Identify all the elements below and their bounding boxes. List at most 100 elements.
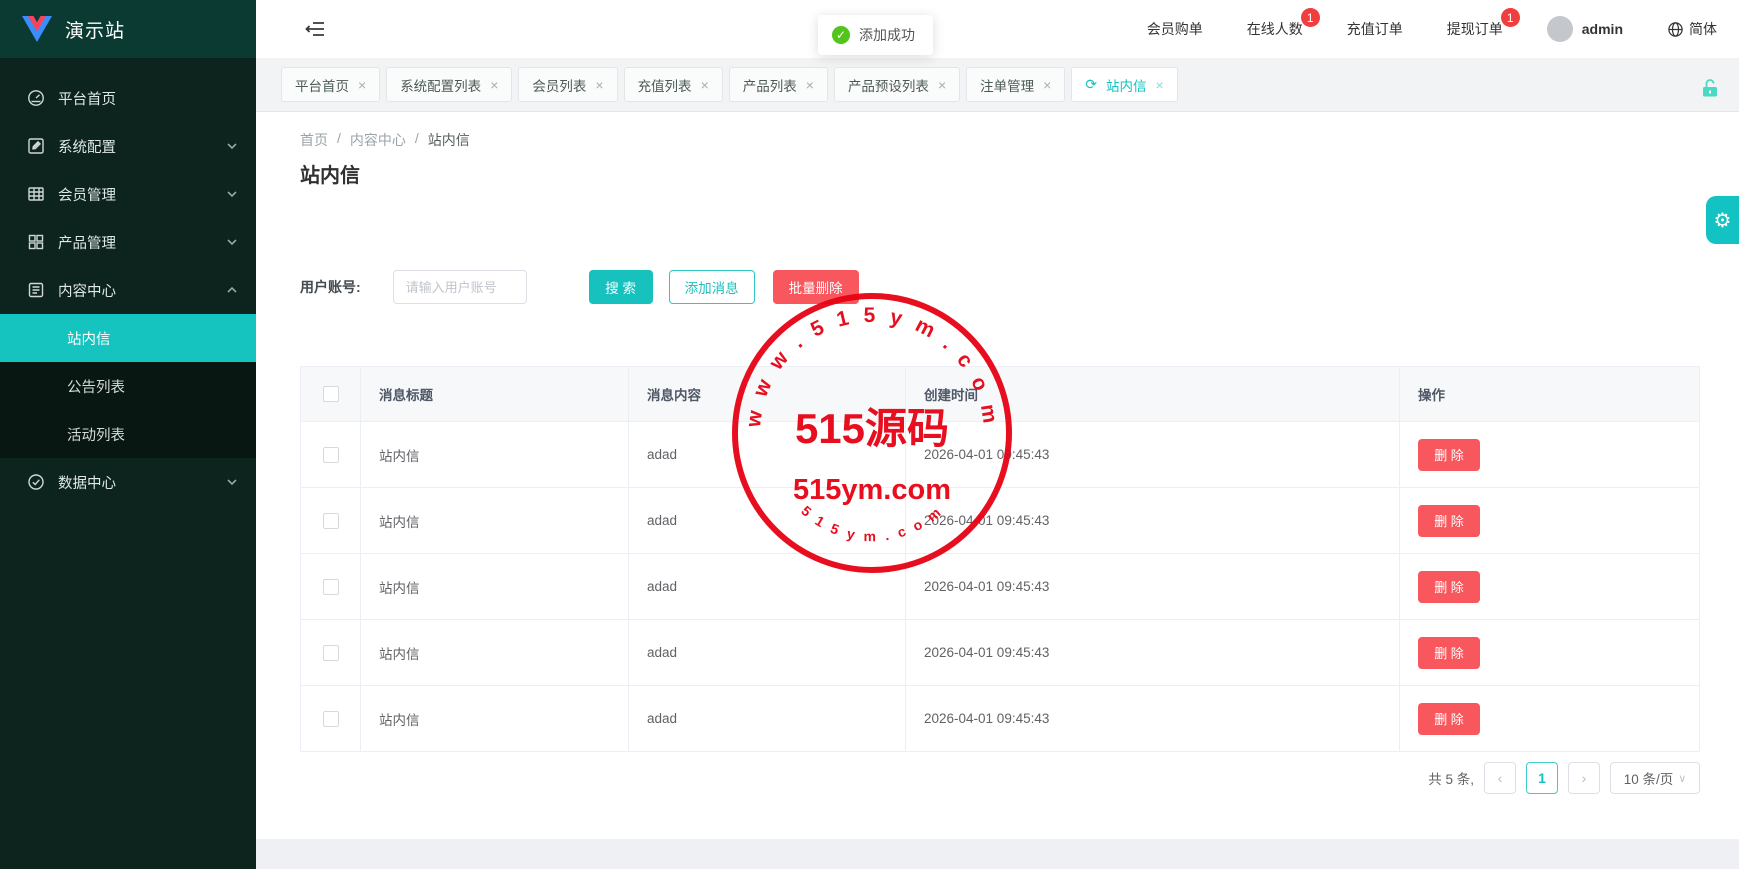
tab-label: 产品预设列表 (848, 75, 929, 95)
sidebar-subitem-messages[interactable]: 站内信 (0, 314, 256, 362)
tab-recharge-list[interactable]: 充值列表 × (624, 67, 723, 102)
row-checkbox[interactable] (323, 645, 339, 661)
cell-title: 站内信 (361, 488, 629, 553)
user-account-label: 用户账号: (300, 277, 361, 297)
page-size-select[interactable]: 10 条/页 ∨ (1610, 762, 1700, 794)
document-icon (27, 281, 45, 299)
unlock-icon[interactable] (1701, 78, 1719, 98)
close-icon[interactable]: × (1043, 77, 1051, 93)
pagination-total: 共 5 条, (1428, 768, 1474, 788)
globe-icon (1667, 21, 1684, 38)
close-icon[interactable]: × (938, 77, 946, 93)
topbar-link-label: 会员购单 (1147, 21, 1203, 37)
toast-message: 添加成功 (859, 25, 915, 45)
sidebar-item-label: 数据中心 (58, 472, 116, 493)
column-header-created: 创建时间 (906, 367, 1400, 421)
sidebar-item-label: 会员管理 (58, 184, 116, 205)
table-icon (27, 185, 45, 203)
sidebar-item-content-center[interactable]: 内容中心 (0, 266, 256, 314)
delete-button[interactable]: 删 除 (1418, 439, 1480, 471)
delete-button[interactable]: 删 除 (1418, 571, 1480, 603)
tab-label: 会员列表 (532, 75, 586, 95)
edit-icon (27, 137, 45, 155)
close-icon[interactable]: × (701, 77, 709, 93)
row-checkbox[interactable] (323, 513, 339, 529)
sidebar-item-label: 系统配置 (58, 136, 116, 157)
sidebar-item-dashboard[interactable]: 平台首页 (0, 74, 256, 122)
row-checkbox[interactable] (323, 579, 339, 595)
user-menu[interactable]: admin (1547, 16, 1623, 42)
messages-table: 消息标题 消息内容 创建时间 操作 站内信 adad 2026-04-01 09… (300, 366, 1700, 752)
language-label: 简体 (1689, 19, 1717, 39)
sidebar-item-products[interactable]: 产品管理 (0, 218, 256, 266)
sidebar-subitem-label: 站内信 (67, 328, 111, 349)
next-page-button[interactable]: › (1568, 762, 1600, 794)
breadcrumb-separator: / (415, 130, 419, 150)
language-switcher[interactable]: 简体 (1667, 19, 1717, 39)
topbar-link-recharge-orders[interactable]: 充值订单 (1347, 19, 1403, 39)
sidebar-item-data-center[interactable]: 数据中心 (0, 458, 256, 506)
batch-delete-button[interactable]: 批量删除 (773, 270, 859, 304)
tab-label: 平台首页 (295, 75, 349, 95)
tab-system-config-list[interactable]: 系统配置列表× (386, 67, 512, 102)
sidebar-item-system-config[interactable]: 系统配置 (0, 122, 256, 170)
menu-fold-icon[interactable] (304, 18, 326, 40)
sidebar-item-members[interactable]: 会员管理 (0, 170, 256, 218)
app-title: 演示站 (65, 16, 125, 43)
cell-content: adad (629, 686, 906, 751)
grid-icon (27, 233, 45, 251)
tab-member-list[interactable]: 会员列表 × (518, 67, 617, 102)
tab-product-list[interactable]: 产品列表× (729, 67, 828, 102)
page-number-button[interactable]: 1 (1526, 762, 1558, 794)
prev-page-button[interactable]: ‹ (1484, 762, 1516, 794)
column-header-title: 消息标题 (361, 367, 629, 421)
search-button[interactable]: 搜 索 (589, 270, 653, 304)
breadcrumb-section[interactable]: 内容中心 (350, 130, 406, 150)
cell-content: adad (629, 620, 906, 685)
select-all-checkbox[interactable] (323, 386, 339, 402)
tab-label: 注单管理 (980, 75, 1034, 95)
table-row: 站内信 adad 2026-04-01 09:45:43 删 除 (301, 488, 1699, 554)
chevron-down-icon (226, 476, 238, 488)
breadcrumb-current: 站内信 (428, 130, 470, 150)
row-checkbox[interactable] (323, 447, 339, 463)
delete-button[interactable]: 删 除 (1418, 637, 1480, 669)
chevron-down-icon (226, 236, 238, 248)
close-icon[interactable]: × (1156, 77, 1164, 93)
cell-created: 2026-04-01 09:45:43 (906, 620, 1400, 685)
topbar-link-online-count[interactable]: 在线人数 1 (1247, 19, 1303, 39)
user-account-input[interactable] (393, 270, 527, 304)
settings-button[interactable]: ⚙ (1706, 196, 1739, 244)
online-count-badge: 1 (1301, 8, 1320, 27)
page-title: 站内信 (300, 159, 360, 188)
cell-created: 2026-04-01 09:45:43 (906, 686, 1400, 751)
sidebar-subitem-label: 公告列表 (67, 376, 125, 397)
cell-title: 站内信 (361, 686, 629, 751)
sidebar-subitem-announcements[interactable]: 公告列表 (0, 362, 256, 410)
close-icon[interactable]: × (806, 77, 814, 93)
cell-title: 站内信 (361, 422, 629, 487)
refresh-icon[interactable]: ⟳ (1085, 76, 1097, 93)
table-header-row: 消息标题 消息内容 创建时间 操作 (301, 367, 1699, 422)
topbar-link-withdraw-orders[interactable]: 提现订单 1 (1447, 19, 1503, 39)
main-content: 首页 / 内容中心 / 站内信 站内信 用户账号: 搜 索 添加消息 批量删除 … (256, 112, 1739, 839)
close-icon[interactable]: × (595, 77, 603, 93)
tab-bet-management[interactable]: 注单管理 × (966, 67, 1065, 102)
delete-button[interactable]: 删 除 (1418, 703, 1480, 735)
close-icon[interactable]: × (358, 77, 366, 93)
breadcrumb-home[interactable]: 首页 (300, 130, 328, 150)
sidebar-subitem-activities[interactable]: 活动列表 (0, 410, 256, 458)
chevron-down-icon (226, 140, 238, 152)
row-checkbox[interactable] (323, 711, 339, 727)
add-message-button[interactable]: 添加消息 (669, 270, 755, 304)
dashboard-icon (27, 89, 45, 107)
close-icon[interactable]: × (490, 77, 498, 93)
tab-site-messages[interactable]: ⟳站内信× (1071, 67, 1177, 102)
topbar-link-member-orders[interactable]: 会员购单 (1147, 19, 1203, 39)
tab-product-preset-list[interactable]: 产品预设列表 × (834, 67, 960, 102)
tab-label: 充值列表 (638, 75, 692, 95)
cell-title: 站内信 (361, 620, 629, 685)
delete-button[interactable]: 删 除 (1418, 505, 1480, 537)
withdraw-orders-badge: 1 (1501, 8, 1520, 27)
tab-platform-home[interactable]: 平台首页 × (281, 67, 380, 102)
